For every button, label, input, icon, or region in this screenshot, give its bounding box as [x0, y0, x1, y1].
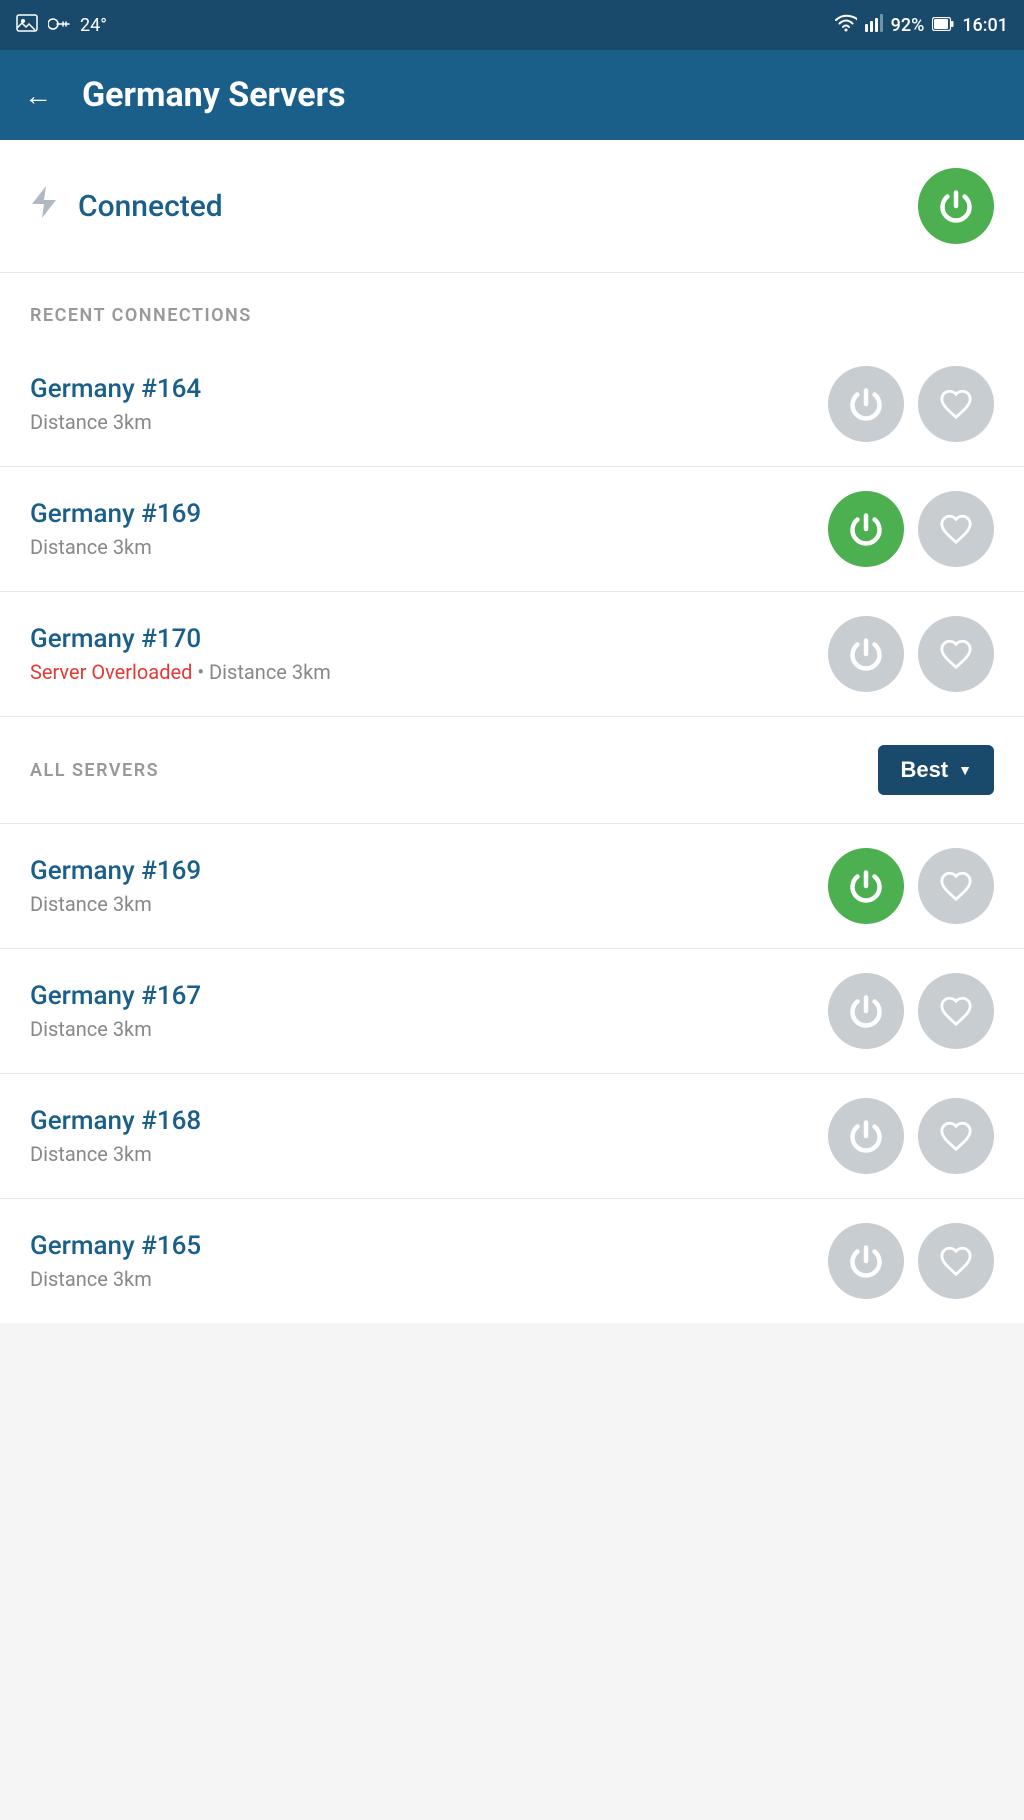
wifi-icon [835, 14, 857, 37]
power-button[interactable] [828, 616, 904, 692]
all-servers-header: ALL SERVERS Best ▼ [0, 717, 1024, 824]
server-info: Germany #167 Distance 3km [30, 981, 828, 1041]
server-name: Germany #164 [30, 374, 828, 404]
server-distance: Distance 3km [30, 1267, 828, 1291]
power-button[interactable] [828, 973, 904, 1049]
power-button[interactable] [828, 1098, 904, 1174]
server-actions [828, 616, 994, 692]
server-name: Germany #169 [30, 856, 828, 886]
main-power-button[interactable] [918, 168, 994, 244]
server-distance: Distance 3km [30, 410, 828, 434]
page-title: Germany Servers [82, 75, 346, 115]
server-distance: Distance 3km [30, 892, 828, 916]
battery-percent: 92% [891, 15, 925, 36]
status-bar-left: 24° [16, 14, 107, 37]
status-bar: 24° 92% 16:01 [0, 0, 1024, 50]
list-item: Germany #169 Distance 3km [0, 467, 1024, 592]
power-button[interactable] [828, 848, 904, 924]
server-distance: Distance 3km [30, 1142, 828, 1166]
server-actions [828, 1098, 994, 1174]
temperature: 24° [80, 15, 107, 36]
favorite-button[interactable] [918, 973, 994, 1049]
list-item: Germany #169 Distance 3km [0, 824, 1024, 949]
key-icon [48, 15, 70, 36]
server-info: Germany #165 Distance 3km [30, 1231, 828, 1291]
server-actions [828, 366, 994, 442]
time-display: 16:01 [962, 15, 1008, 36]
server-actions [828, 848, 994, 924]
connection-area: Connected [0, 140, 1024, 273]
server-info: Germany #170 Server Overloaded • Distanc… [30, 624, 828, 684]
favorite-button[interactable] [918, 1098, 994, 1174]
power-button[interactable] [828, 1223, 904, 1299]
back-button[interactable]: ← [24, 79, 52, 112]
power-button[interactable] [828, 366, 904, 442]
server-name: Germany #170 [30, 624, 828, 654]
all-servers-label: ALL SERVERS [30, 760, 159, 781]
server-distance: Server Overloaded • Distance 3km [30, 660, 828, 684]
favorite-button[interactable] [918, 848, 994, 924]
server-actions [828, 491, 994, 567]
server-actions [828, 973, 994, 1049]
server-info: Germany #169 Distance 3km [30, 499, 828, 559]
server-name: Germany #167 [30, 981, 828, 1011]
favorite-button[interactable] [918, 366, 994, 442]
connection-left: Connected [30, 184, 223, 228]
server-name: Germany #165 [30, 1231, 828, 1261]
server-distance: Distance 3km [30, 535, 828, 559]
server-info: Germany #169 Distance 3km [30, 856, 828, 916]
server-info: Germany #168 Distance 3km [30, 1106, 828, 1166]
image-icon [16, 14, 38, 37]
server-actions [828, 1223, 994, 1299]
list-item: Germany #164 Distance 3km [0, 342, 1024, 467]
status-bar-right: 92% 16:01 [835, 14, 1008, 37]
sort-button[interactable]: Best ▼ [878, 745, 994, 795]
list-item: Germany #168 Distance 3km [0, 1074, 1024, 1199]
server-name: Germany #169 [30, 499, 828, 529]
nav-bar: ← Germany Servers [0, 50, 1024, 140]
power-button[interactable] [828, 491, 904, 567]
server-info: Germany #164 Distance 3km [30, 374, 828, 434]
server-name: Germany #168 [30, 1106, 828, 1136]
server-distance: Distance 3km [30, 1017, 828, 1041]
overloaded-label: Server Overloaded [30, 660, 192, 684]
list-item: Germany #170 Server Overloaded • Distanc… [0, 592, 1024, 717]
favorite-button[interactable] [918, 1223, 994, 1299]
connection-status-text: Connected [78, 189, 223, 224]
signal-icon [865, 14, 883, 37]
favorite-button[interactable] [918, 491, 994, 567]
list-item: Germany #167 Distance 3km [0, 949, 1024, 1074]
lightning-icon [30, 184, 58, 228]
battery-icon [932, 15, 954, 36]
list-item: Germany #165 Distance 3km [0, 1199, 1024, 1323]
chevron-down-icon: ▼ [958, 762, 972, 778]
favorite-button[interactable] [918, 616, 994, 692]
recent-connections-header: RECENT CONNECTIONS [0, 273, 1024, 342]
